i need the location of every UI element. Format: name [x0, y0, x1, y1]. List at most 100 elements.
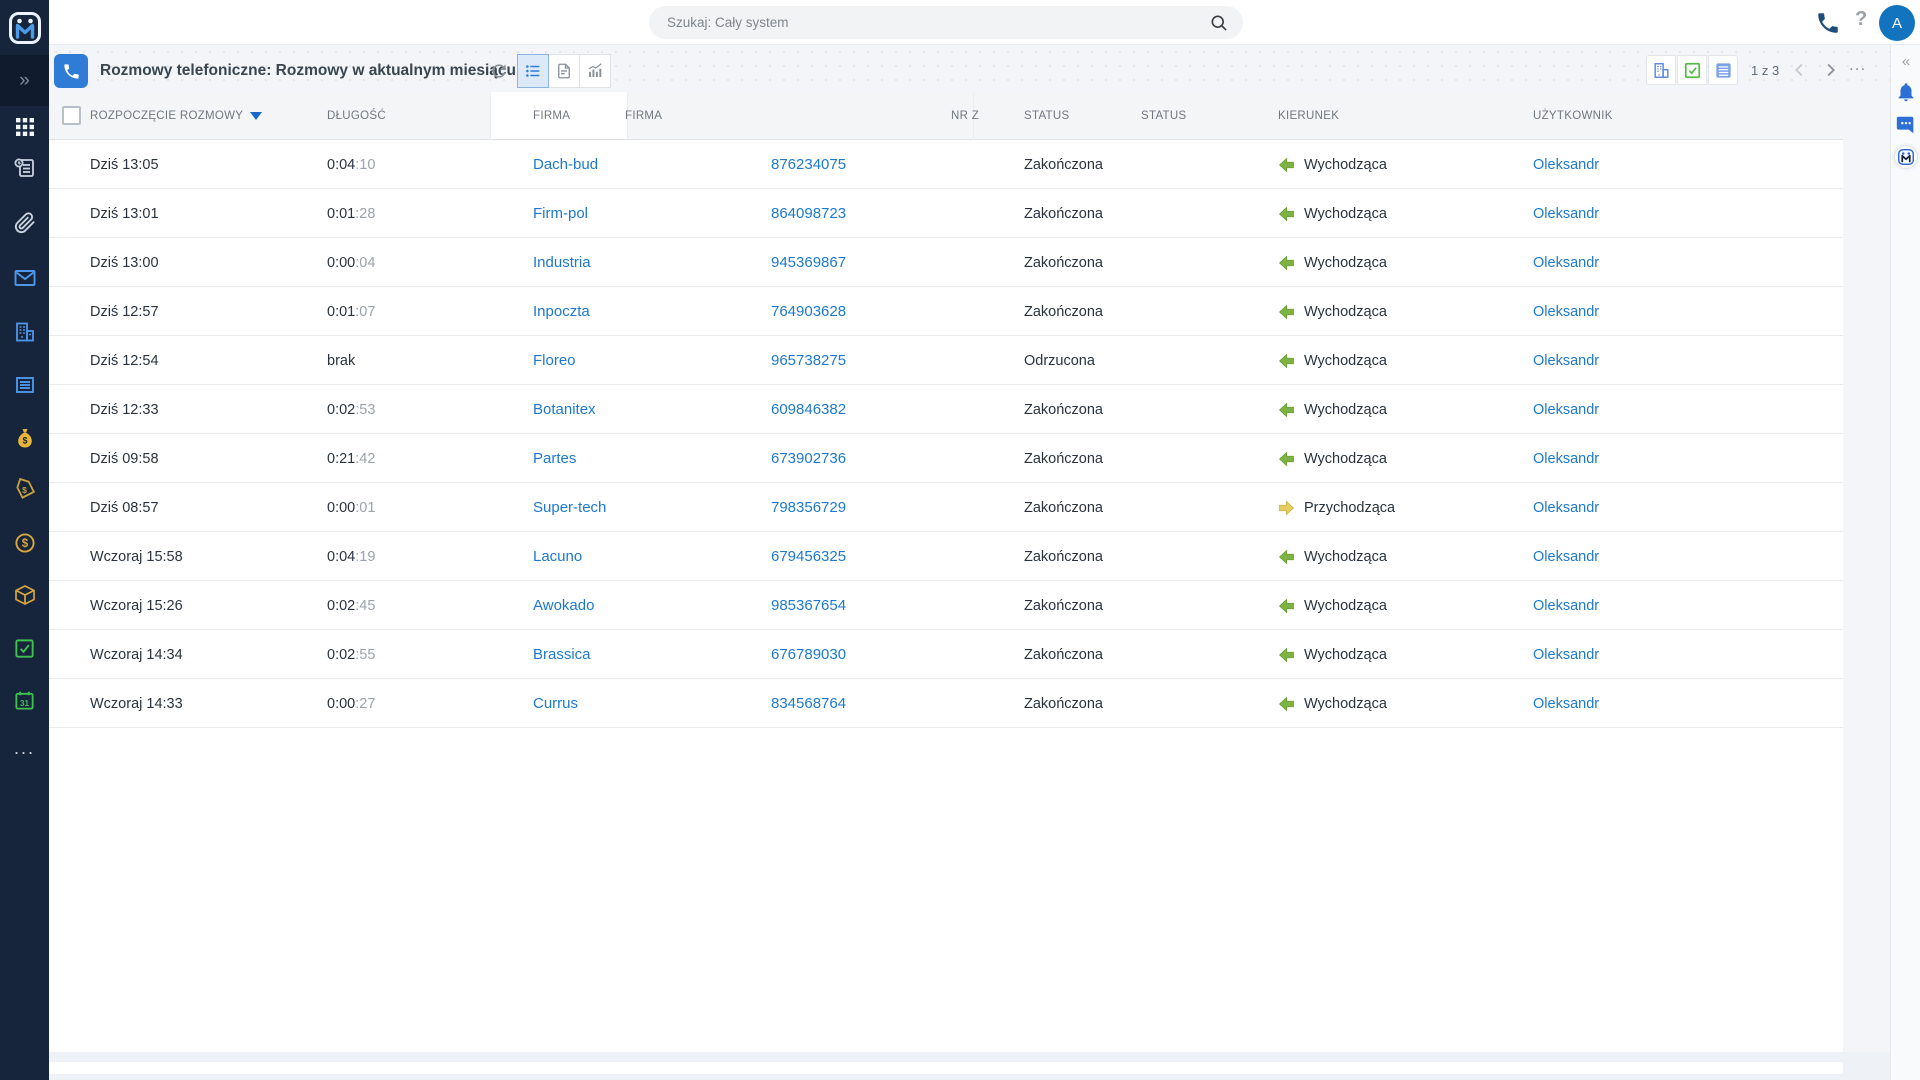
- column-header-user[interactable]: UŻYTKOWNIK: [1533, 92, 1613, 140]
- app-logo[interactable]: [0, 0, 49, 55]
- call-duration: 0:02:55: [327, 646, 376, 663]
- detail-list-button[interactable]: [1708, 55, 1738, 85]
- tasks-check-icon[interactable]: [0, 628, 49, 668]
- list-view-button[interactable]: [517, 54, 549, 88]
- column-header-company2[interactable]: FIRMA: [625, 92, 662, 140]
- phone-link[interactable]: 864098723: [771, 189, 846, 238]
- companies-icon[interactable]: [0, 312, 49, 352]
- select-tasks-button[interactable]: [1677, 55, 1707, 85]
- sidebar-expand-button[interactable]: »: [0, 55, 49, 106]
- user-link[interactable]: Oleksandr: [1533, 287, 1599, 336]
- select-all-checkbox[interactable]: [62, 106, 81, 125]
- table-row[interactable]: Dziś 08:57 0:00:01 Super-tech 798356729 …: [49, 483, 1843, 532]
- global-search[interactable]: [649, 6, 1243, 39]
- chat-icon[interactable]: [1894, 113, 1918, 137]
- table-row[interactable]: Dziś 09:58 0:21:42 Partes 673902736 Zako…: [49, 434, 1843, 483]
- attachment-icon[interactable]: [0, 203, 49, 243]
- user-link[interactable]: Oleksandr: [1533, 679, 1599, 728]
- assistant-logo-icon[interactable]: [1894, 145, 1918, 169]
- phone-module-button[interactable]: [54, 54, 88, 88]
- company-link[interactable]: Brassica: [533, 630, 591, 679]
- company-link[interactable]: Floreo: [533, 336, 576, 385]
- money-bag-icon[interactable]: $: [0, 418, 49, 458]
- duration-seconds: :10: [355, 156, 376, 173]
- column-header-status2[interactable]: STATUS: [1141, 92, 1186, 140]
- company-link[interactable]: Awokado: [533, 581, 594, 630]
- mail-icon[interactable]: [0, 258, 49, 298]
- user-link[interactable]: Oleksandr: [1533, 385, 1599, 434]
- user-link[interactable]: Oleksandr: [1533, 434, 1599, 483]
- column-header-nrz[interactable]: NR Z: [951, 92, 979, 140]
- company-link[interactable]: Dach-bud: [533, 140, 598, 189]
- table-row[interactable]: Dziś 13:00 0:00:04 Industria 945369867 Z…: [49, 238, 1843, 287]
- notifications-bell-icon[interactable]: [1894, 80, 1918, 104]
- products-box-icon[interactable]: [0, 575, 49, 615]
- apps-grid-icon[interactable]: [0, 107, 49, 147]
- table-row[interactable]: Wczoraj 14:34 0:02:55 Brassica 676789030…: [49, 630, 1843, 679]
- chevron-right-icon[interactable]: [1819, 59, 1841, 81]
- phone-link[interactable]: 945369867: [771, 238, 846, 287]
- search-icon[interactable]: [1209, 13, 1229, 33]
- table-row[interactable]: Wczoraj 15:26 0:02:45 Awokado 985367654 …: [49, 581, 1843, 630]
- user-link[interactable]: Oleksandr: [1533, 336, 1599, 385]
- phone-link[interactable]: 834568764: [771, 679, 846, 728]
- user-link[interactable]: Oleksandr: [1533, 189, 1599, 238]
- phone-link[interactable]: 673902736: [771, 434, 846, 483]
- company-link[interactable]: Lacuno: [533, 532, 582, 581]
- chart-view-button[interactable]: [579, 54, 611, 88]
- help-icon[interactable]: ?: [1855, 8, 1867, 31]
- search-input[interactable]: [667, 15, 1209, 30]
- table-row[interactable]: Dziś 13:01 0:01:28 Firm-pol 864098723 Za…: [49, 189, 1843, 238]
- company-link[interactable]: Inpoczta: [533, 287, 590, 336]
- phone-link[interactable]: 679456325: [771, 532, 846, 581]
- table-row[interactable]: Dziś 13:05 0:04:10 Dach-bud 876234075 Za…: [49, 140, 1843, 189]
- document-view-button[interactable]: [548, 54, 580, 88]
- column-header-start[interactable]: ROZPOCZĘCIE ROZMOWY: [90, 92, 263, 140]
- user-link[interactable]: Oleksandr: [1533, 140, 1599, 189]
- phone-link[interactable]: 764903628: [771, 287, 846, 336]
- table-row[interactable]: Dziś 12:33 0:02:53 Botanitex 609846382 Z…: [49, 385, 1843, 434]
- phone-link[interactable]: 609846382: [771, 385, 846, 434]
- sidebar-more-icon[interactable]: ...: [0, 728, 49, 768]
- table-row[interactable]: Dziś 12:54 brak Floreo 965738275 Odrzuco…: [49, 336, 1843, 385]
- column-header-direction[interactable]: KIERUNEK: [1278, 92, 1339, 140]
- horizontal-scrollbar[interactable]: [49, 1062, 1843, 1074]
- phone-link[interactable]: 985367654: [771, 581, 846, 630]
- phone-link[interactable]: 965738275: [771, 336, 846, 385]
- company-view-button[interactable]: [1646, 55, 1676, 85]
- refresh-icon[interactable]: [489, 61, 509, 81]
- company-link[interactable]: Firm-pol: [533, 189, 588, 238]
- company-link[interactable]: Botanitex: [533, 385, 596, 434]
- phone-link[interactable]: 876234075: [771, 140, 846, 189]
- table-row[interactable]: Dziś 12:57 0:01:07 Inpoczta 764903628 Za…: [49, 287, 1843, 336]
- table-row[interactable]: Wczoraj 15:58 0:04:19 Lacuno 679456325 Z…: [49, 532, 1843, 581]
- phone-link[interactable]: 798356729: [771, 483, 846, 532]
- table-row[interactable]: Wczoraj 14:33 0:00:27 Currus 834568764 Z…: [49, 679, 1843, 728]
- company-link[interactable]: Currus: [533, 679, 578, 728]
- column-header-company[interactable]: FIRMA: [533, 92, 570, 140]
- duration-seconds: :27: [355, 695, 376, 712]
- chevron-left-icon[interactable]: [1789, 59, 1811, 81]
- finance-coin-icon[interactable]: $: [0, 523, 49, 563]
- user-link[interactable]: Oleksandr: [1533, 581, 1599, 630]
- avatar[interactable]: A: [1879, 5, 1915, 41]
- call-start: Dziś 12:33: [90, 401, 159, 418]
- sort-desc-icon[interactable]: [250, 112, 263, 120]
- column-header-duration[interactable]: DŁUGOŚĆ: [327, 92, 386, 140]
- user-link[interactable]: Oleksandr: [1533, 532, 1599, 581]
- tasks-list-icon[interactable]: [0, 148, 49, 188]
- column-header-status[interactable]: STATUS: [1024, 92, 1069, 140]
- phone-link[interactable]: 676789030: [771, 630, 846, 679]
- chevron-double-left-icon[interactable]: «: [1891, 53, 1920, 73]
- company-link[interactable]: Partes: [533, 434, 576, 483]
- user-link[interactable]: Oleksandr: [1533, 238, 1599, 287]
- price-tag-icon[interactable]: $: [0, 470, 49, 510]
- toolbar-more-icon[interactable]: ...: [1849, 55, 1866, 75]
- documents-icon[interactable]: [0, 365, 49, 405]
- company-link[interactable]: Super-tech: [533, 483, 606, 532]
- phone-handset-icon[interactable]: [1815, 10, 1841, 36]
- calendar-icon[interactable]: 31: [0, 680, 49, 720]
- user-link[interactable]: Oleksandr: [1533, 483, 1599, 532]
- user-link[interactable]: Oleksandr: [1533, 630, 1599, 679]
- company-link[interactable]: Industria: [533, 238, 591, 287]
